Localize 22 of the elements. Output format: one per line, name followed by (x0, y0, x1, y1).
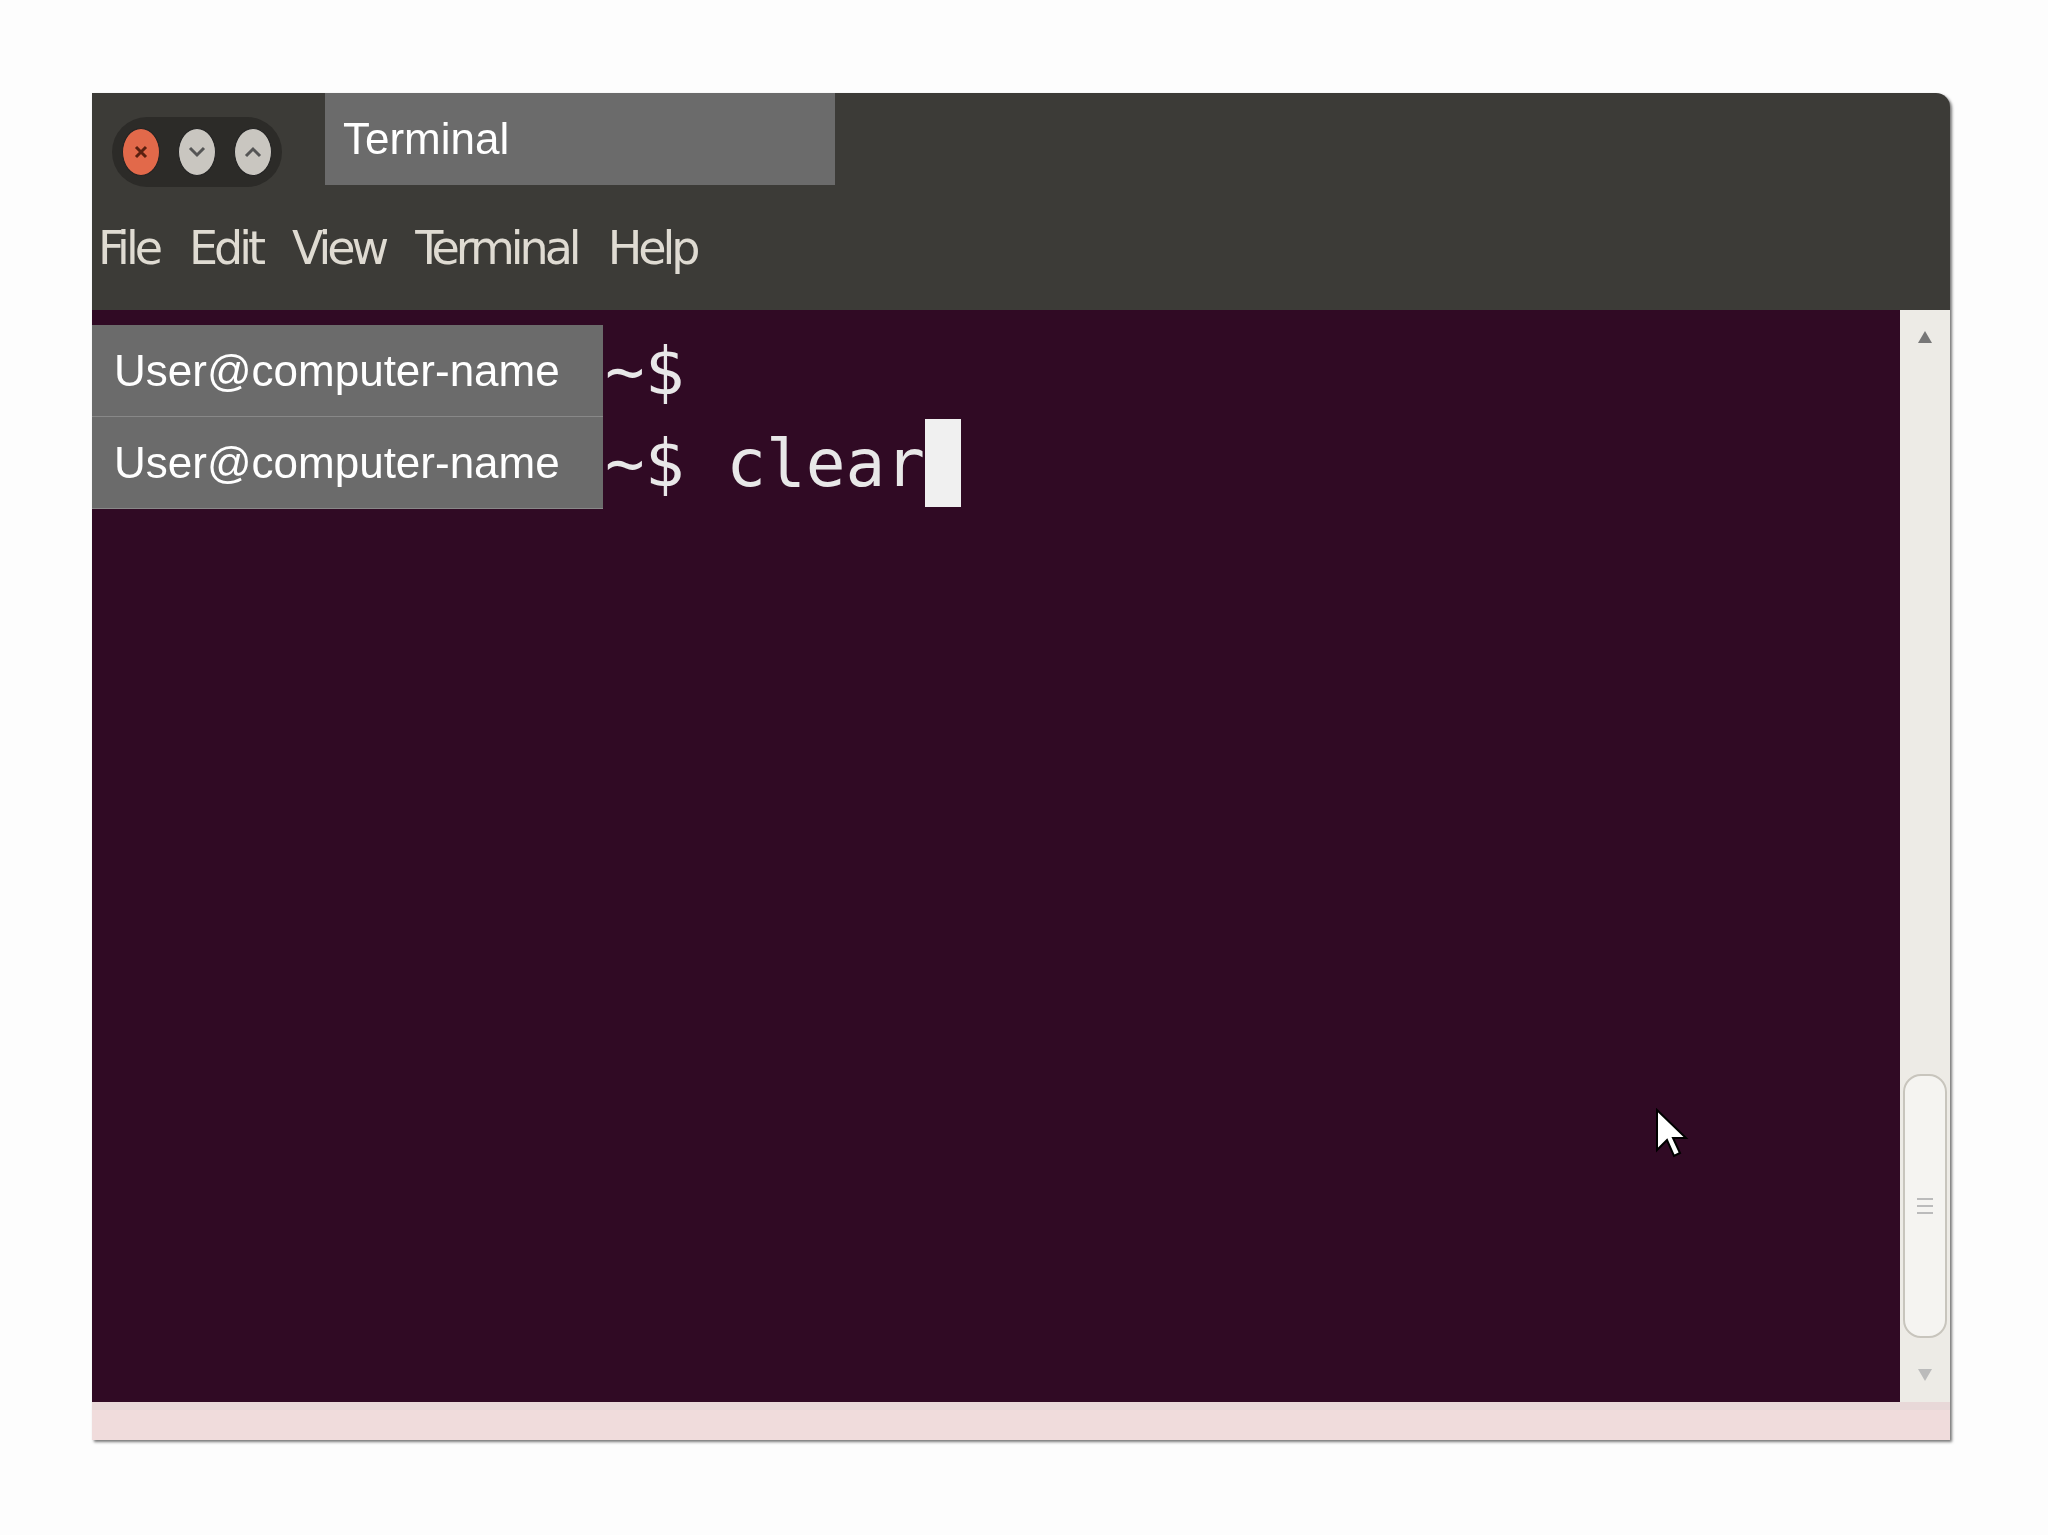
menu-item[interactable]: File (98, 220, 159, 275)
maximize-button[interactable] (234, 128, 272, 176)
window-title: Terminal (325, 93, 835, 185)
minimize-button[interactable] (178, 128, 216, 176)
prompt-text: ~$ (605, 424, 685, 502)
scroll-thumb[interactable] (1903, 1074, 1947, 1338)
prompt-text: ~$ (605, 332, 685, 410)
user-label: User@computer-name (92, 417, 603, 509)
chevron-down-icon (188, 146, 206, 158)
menu-item[interactable]: Help (607, 220, 697, 275)
menu-item[interactable]: Terminal (415, 220, 578, 275)
grip-icon (1916, 1196, 1934, 1216)
user-label: User@computer-name (92, 325, 603, 417)
scrollbar[interactable] (1900, 310, 1950, 1402)
arrow-up-icon[interactable] (1917, 330, 1933, 344)
mouse-pointer-icon (1655, 1108, 1689, 1160)
menu-item[interactable]: View (292, 220, 386, 275)
close-icon (133, 144, 149, 160)
close-button[interactable] (122, 128, 160, 176)
chevron-up-icon (244, 146, 262, 158)
menu-item[interactable]: Edit (189, 220, 263, 275)
command-text: clear (725, 424, 925, 502)
